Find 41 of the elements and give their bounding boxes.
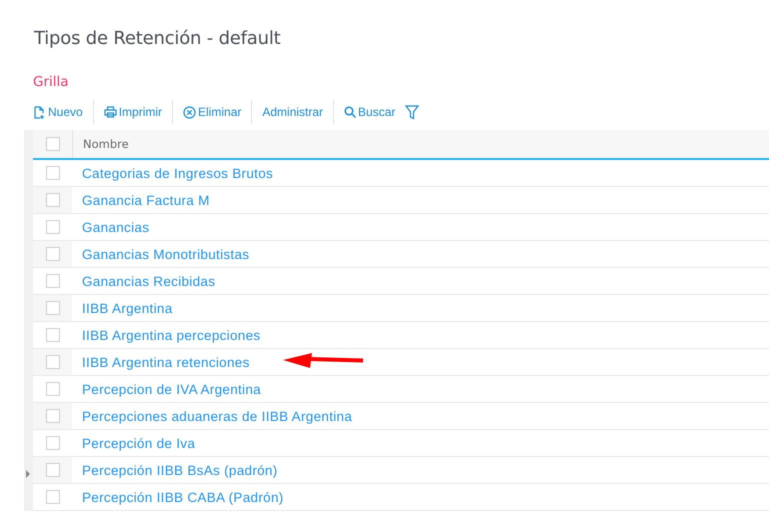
row-link[interactable]: Ganancias [82, 220, 150, 234]
row-link[interactable]: Categorias de Ingresos Brutos [82, 166, 274, 180]
row-checkbox[interactable] [46, 409, 60, 423]
row-link[interactable]: Percepción IIBB BsAs (padrón) [82, 462, 278, 478]
row-checkbox[interactable] [46, 463, 60, 477]
search-icon [344, 106, 356, 118]
row-checkbox[interactable] [46, 382, 60, 396]
new-button[interactable]: Nuevo [33, 100, 93, 124]
row-link[interactable]: Ganancias Recibidas [82, 274, 216, 288]
row-link[interactable]: Percepciones aduaneras de IIBB Argentina [82, 408, 352, 424]
section-title: Grilla [33, 74, 70, 90]
new-document-icon [33, 106, 46, 118]
row-checkbox[interactable] [46, 355, 60, 369]
row-checkbox[interactable] [46, 328, 60, 342]
row-checkbox[interactable] [46, 220, 60, 234]
row-link[interactable]: Percepción IIBB CABA (Padrón) [82, 490, 284, 504]
row-link[interactable]: Percepción de Iva [82, 436, 196, 450]
search-button[interactable]: Buscar [333, 100, 406, 124]
manage-button[interactable]: Administrar [251, 100, 334, 124]
close-circle-icon [183, 106, 196, 118]
row-checkbox[interactable] [46, 247, 60, 261]
row-checkbox[interactable] [46, 301, 60, 315]
row-checkbox[interactable] [46, 436, 60, 450]
print-button[interactable]: Imprimir [92, 100, 172, 124]
row-checkbox[interactable] [46, 166, 60, 180]
print-icon [104, 106, 117, 118]
row-link[interactable]: Ganancia Factura M [82, 192, 210, 208]
row-link[interactable]: IIBB Argentina [82, 300, 173, 316]
row-checkbox[interactable] [46, 193, 60, 207]
row-checkbox[interactable] [46, 490, 60, 504]
row-link[interactable]: Percepcion de IVA Argentina [82, 382, 261, 396]
column-header: Nombre [83, 137, 129, 151]
expand-icon[interactable] [26, 470, 30, 478]
row-link[interactable]: IIBB Argentina retenciones [82, 354, 250, 370]
row-checkbox[interactable] [46, 274, 60, 288]
filter-icon[interactable] [405, 104, 420, 120]
row-link[interactable]: IIBB Argentina percepciones [82, 328, 260, 342]
page-title: Tipos de Retención - default [34, 28, 282, 49]
row-link[interactable]: Ganancias Monotributistas [82, 246, 250, 262]
delete-button[interactable]: Eliminar [172, 100, 252, 124]
select-all-checkbox[interactable] [46, 137, 60, 151]
